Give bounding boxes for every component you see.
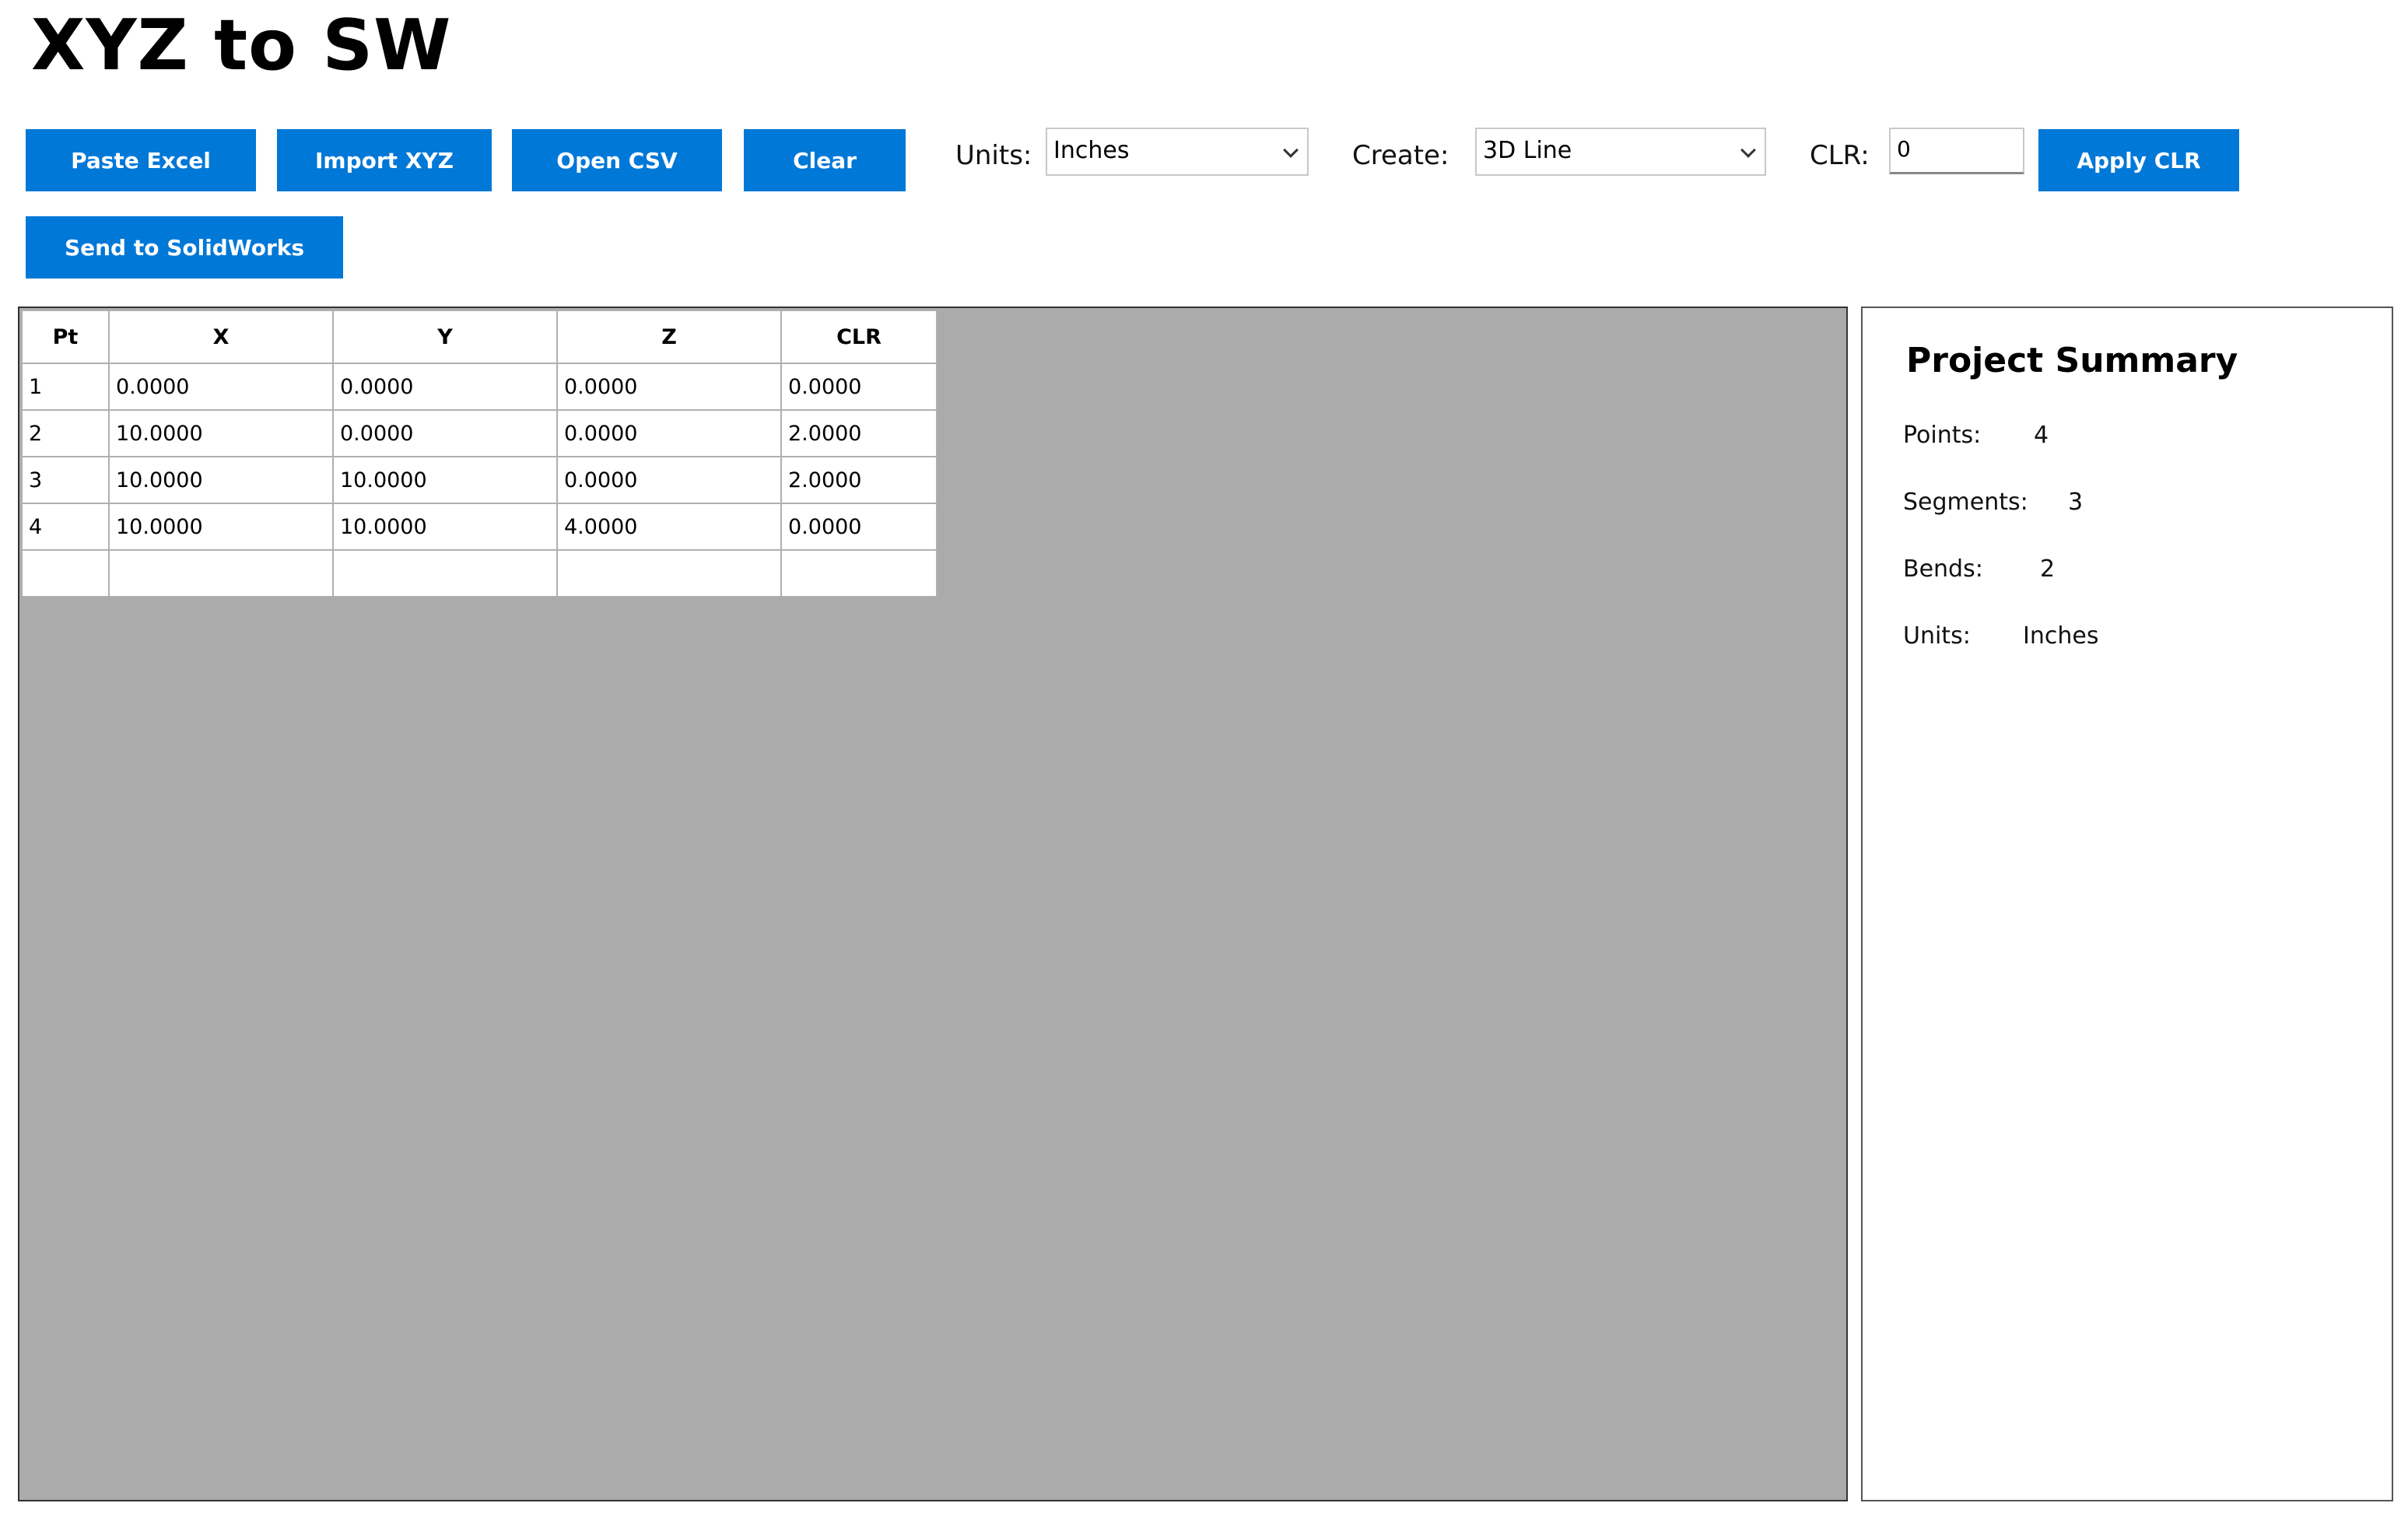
cell-clr[interactable] bbox=[780, 549, 938, 597]
send-to-solidworks-button[interactable]: Send to SolidWorks bbox=[26, 216, 343, 279]
table-row[interactable]: 1 0.0000 0.0000 0.0000 0.0000 bbox=[21, 363, 938, 411]
cell-y[interactable]: 0.0000 bbox=[332, 409, 558, 457]
cell-clr[interactable]: 0.0000 bbox=[780, 503, 938, 551]
summary-bends-label: Bends: bbox=[1903, 555, 1983, 583]
cell-pt[interactable]: 4 bbox=[21, 503, 110, 551]
cell-x[interactable]: 10.0000 bbox=[108, 456, 334, 504]
units-select-value: Inches bbox=[1053, 137, 1130, 164]
column-header-clr[interactable]: CLR bbox=[780, 310, 938, 364]
units-label: Units: bbox=[955, 140, 1032, 171]
column-header-z[interactable]: Z bbox=[556, 310, 782, 364]
clr-label: CLR: bbox=[1810, 140, 1870, 171]
table-row[interactable]: 4 10.0000 10.0000 4.0000 0.0000 bbox=[21, 503, 938, 551]
cell-pt[interactable]: 1 bbox=[21, 363, 110, 411]
column-header-y[interactable]: Y bbox=[332, 310, 558, 364]
summary-units-value: Inches bbox=[2023, 622, 2099, 650]
cell-pt[interactable]: 3 bbox=[21, 456, 110, 504]
table-row[interactable]: 2 10.0000 0.0000 0.0000 2.0000 bbox=[21, 409, 938, 457]
cell-z[interactable] bbox=[556, 549, 782, 597]
create-select[interactable]: 3D Line bbox=[1475, 128, 1766, 176]
chevron-down-icon bbox=[1283, 142, 1299, 158]
cell-pt[interactable]: 2 bbox=[21, 409, 110, 457]
cell-z[interactable]: 4.0000 bbox=[556, 503, 782, 551]
cell-z[interactable]: 0.0000 bbox=[556, 409, 782, 457]
units-select[interactable]: Inches bbox=[1046, 128, 1309, 176]
apply-clr-button[interactable]: Apply CLR bbox=[2038, 129, 2239, 191]
summary-points-label: Points: bbox=[1903, 422, 1982, 449]
cell-clr[interactable]: 0.0000 bbox=[780, 363, 938, 411]
cell-x[interactable]: 0.0000 bbox=[108, 363, 334, 411]
cell-x[interactable]: 10.0000 bbox=[108, 409, 334, 457]
cell-y[interactable]: 0.0000 bbox=[332, 363, 558, 411]
app-title: XYZ to SW bbox=[31, 5, 452, 86]
points-table[interactable]: Pt X Y Z CLR 1 0.0000 0.0000 0.0000 0.00… bbox=[21, 310, 938, 597]
points-grid-area[interactable]: Pt X Y Z CLR 1 0.0000 0.0000 0.0000 0.00… bbox=[18, 307, 1848, 1501]
table-row-new[interactable] bbox=[21, 549, 938, 597]
cell-x[interactable]: 10.0000 bbox=[108, 503, 334, 551]
clear-button[interactable]: Clear bbox=[744, 129, 906, 191]
summary-points-value: 4 bbox=[2034, 422, 2049, 449]
summary-segments-value: 3 bbox=[2068, 489, 2084, 516]
column-header-pt[interactable]: Pt bbox=[21, 310, 110, 364]
cell-z[interactable]: 0.0000 bbox=[556, 456, 782, 504]
chevron-down-icon bbox=[1740, 142, 1756, 158]
cell-clr[interactable]: 2.0000 bbox=[780, 456, 938, 504]
table-row[interactable]: 3 10.0000 10.0000 0.0000 2.0000 bbox=[21, 456, 938, 504]
cell-x[interactable] bbox=[108, 549, 334, 597]
column-header-x[interactable]: X bbox=[108, 310, 334, 364]
cell-y[interactable] bbox=[332, 549, 558, 597]
cell-y[interactable]: 10.0000 bbox=[332, 503, 558, 551]
summary-title: Project Summary bbox=[1906, 341, 2238, 380]
cell-y[interactable]: 10.0000 bbox=[332, 456, 558, 504]
project-summary-panel: Project Summary Points: 4 Segments: 3 Be… bbox=[1861, 307, 2393, 1501]
create-label: Create: bbox=[1352, 140, 1449, 171]
create-select-value: 3D Line bbox=[1483, 137, 1572, 164]
import-xyz-button[interactable]: Import XYZ bbox=[277, 129, 492, 191]
clr-input[interactable]: 0 bbox=[1889, 128, 2024, 174]
summary-segments-label: Segments: bbox=[1903, 489, 2028, 516]
cell-clr[interactable]: 2.0000 bbox=[780, 409, 938, 457]
paste-excel-button[interactable]: Paste Excel bbox=[26, 129, 256, 191]
cell-pt[interactable] bbox=[21, 549, 110, 597]
table-header-row: Pt X Y Z CLR bbox=[21, 310, 938, 364]
summary-units-label: Units: bbox=[1903, 622, 1971, 650]
summary-bends-value: 2 bbox=[2040, 555, 2056, 583]
open-csv-button[interactable]: Open CSV bbox=[512, 129, 722, 191]
cell-z[interactable]: 0.0000 bbox=[556, 363, 782, 411]
